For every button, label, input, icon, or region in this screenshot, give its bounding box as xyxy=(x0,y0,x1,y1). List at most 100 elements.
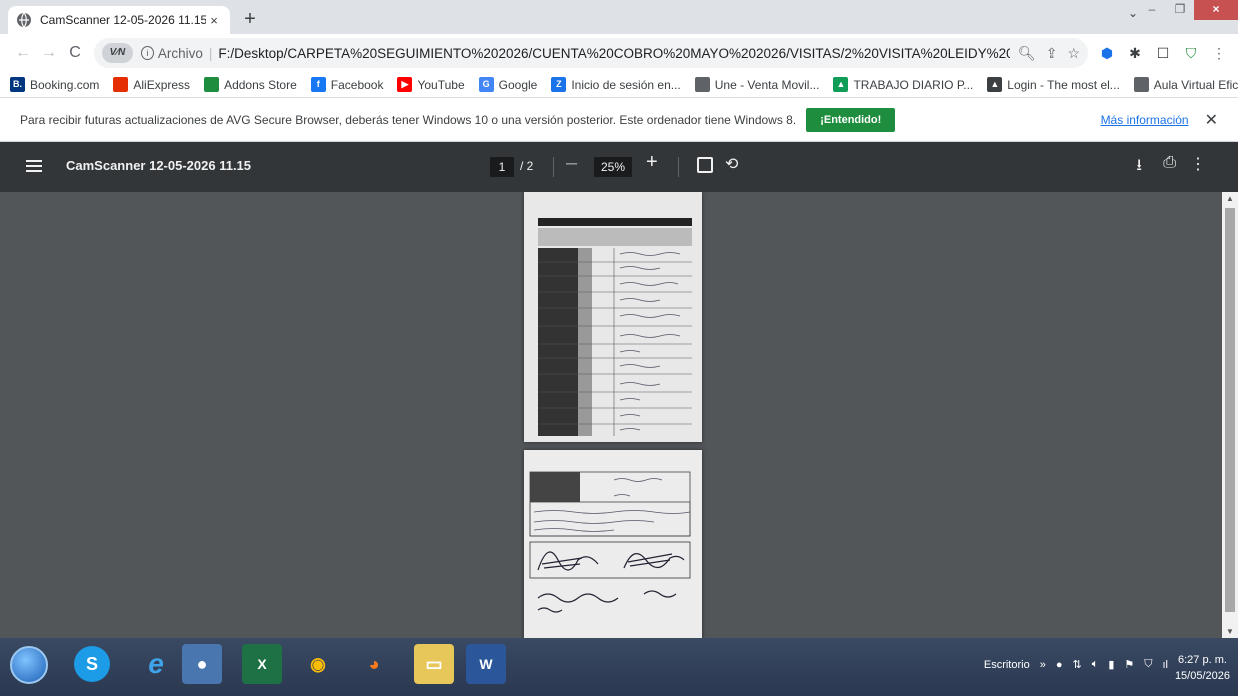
shield-tray-icon[interactable]: ⛉ xyxy=(1144,658,1152,671)
bookmark-item[interactable]: Une - Venta Movil... xyxy=(694,77,820,92)
new-tab-button[interactable]: + xyxy=(238,8,262,32)
excel-icon[interactable]: X xyxy=(242,644,282,684)
infobar-close-button[interactable]: ✕ xyxy=(1205,110,1218,130)
download-icon[interactable]: ⭳ xyxy=(1136,154,1142,181)
internet-explorer-icon[interactable]: e xyxy=(136,644,176,684)
sidepanel-icon[interactable]: ☐ xyxy=(1154,44,1172,62)
avg-browser-icon[interactable]: ● xyxy=(182,644,222,684)
vpn-button[interactable]: V⁄N xyxy=(102,43,133,63)
bookmark-item[interactable]: AliExpress xyxy=(113,77,190,92)
update-infobar: Para recibir futuras actualizaciones de … xyxy=(0,98,1238,142)
shield-icon[interactable]: ⛉ xyxy=(1182,44,1200,62)
tray-expand-icon[interactable]: » xyxy=(1040,659,1046,671)
bookmark-label: AliExpress xyxy=(133,77,191,92)
puzzle-icon[interactable]: ✱ xyxy=(1126,44,1144,62)
more-options-icon[interactable]: ⋮ xyxy=(1190,154,1206,174)
bookmark-label: TRABAJO DIARIO P... xyxy=(853,77,974,92)
globe-icon xyxy=(17,12,31,28)
clock-date: 15/05/2026 xyxy=(1174,670,1230,682)
close-window-button[interactable]: × xyxy=(1194,0,1238,20)
chrome-icon[interactable]: ◉ xyxy=(298,644,338,684)
aliexpress-icon xyxy=(113,77,129,92)
scanned-form-image xyxy=(524,192,702,442)
maximize-button[interactable]: ❐ xyxy=(1166,0,1194,20)
bookmark-item[interactable]: Z Inicio de sesión en... xyxy=(551,77,681,92)
pdf-viewport[interactable]: ▲ ▼ xyxy=(0,192,1238,638)
toolbar-divider xyxy=(553,157,554,177)
scroll-down-icon[interactable]: ▼ xyxy=(1226,627,1234,636)
more-info-link[interactable]: Más información xyxy=(1101,113,1189,127)
window-controls: – ❐ × xyxy=(1138,0,1238,22)
page-number-input[interactable]: 1 xyxy=(490,157,514,177)
scroll-up-icon[interactable]: ▲ xyxy=(1226,194,1234,203)
bookmarks-bar: B. Booking.com AliExpress Addons Store f Face… xyxy=(0,72,1238,98)
scrollbar-thumb[interactable] xyxy=(1225,208,1235,612)
bookmark-item[interactable]: Aula Virtual Eficacia xyxy=(1133,77,1238,92)
address-separator: | xyxy=(208,45,213,61)
tab-search-button[interactable]: ⌄ xyxy=(1128,6,1138,20)
info-icon[interactable]: i xyxy=(140,46,154,60)
tab-strip: CamScanner 12-05-2026 11.15 × + ⌄ – ❐ × xyxy=(0,0,1238,34)
extensions-area: ⬢ ✱ ☐ ⛉ ⋮ xyxy=(1098,44,1228,62)
avg-extension-icon[interactable]: ⬢ xyxy=(1098,44,1116,62)
back-button[interactable]: ← xyxy=(10,40,36,66)
facebook-icon: f xyxy=(310,77,326,92)
browser-tab[interactable]: CamScanner 12-05-2026 11.15 × xyxy=(8,6,230,34)
reload-button[interactable]: C xyxy=(62,40,88,66)
bookmark-item[interactable]: f Facebook xyxy=(310,77,383,92)
action-center-icon[interactable]: ⚑ xyxy=(1124,658,1134,671)
print-icon[interactable]: ⎙ xyxy=(1163,154,1176,172)
network-icon[interactable]: ⇅ xyxy=(1072,658,1081,671)
bookmark-label: Inicio de sesión en... xyxy=(571,77,681,92)
tray-app-icon[interactable]: ● xyxy=(1056,659,1063,671)
fit-page-icon[interactable] xyxy=(697,157,713,173)
firefox-icon[interactable]: ◕ xyxy=(354,644,394,684)
url-text[interactable]: F:/Desktop/CARPETA%20SEGUIMIENTO%202026/… xyxy=(218,46,1010,61)
zoom-input[interactable]: 25% xyxy=(594,157,632,177)
share-icon[interactable]: ⇪ xyxy=(1046,45,1058,62)
desktop-toolbar-label[interactable]: Escritorio xyxy=(984,659,1030,671)
bookmark-item[interactable]: G Google xyxy=(478,77,538,92)
vertical-scrollbar[interactable]: ▲ ▼ xyxy=(1222,192,1238,638)
zoho-icon: Z xyxy=(551,77,567,92)
system-clock[interactable]: 6:27 p. m. 15/05/2026 xyxy=(1175,652,1230,684)
menu-icon[interactable] xyxy=(26,157,42,175)
zoom-icon[interactable]: 🔍︎ xyxy=(1018,45,1036,62)
bookmark-label: Google xyxy=(498,77,538,92)
youtube-icon: ▶ xyxy=(397,77,413,92)
scanned-signature-image xyxy=(524,450,702,638)
bookmark-star-icon[interactable]: ☆ xyxy=(1067,45,1080,62)
bookmark-item[interactable]: ▲ Login - The most el... xyxy=(987,77,1120,92)
forward-button[interactable]: → xyxy=(36,40,62,66)
address-bar[interactable]: V⁄N i Archivo | F:/Desktop/CARPETA%20SEG… xyxy=(94,38,1088,68)
booking-icon: B. xyxy=(10,77,25,92)
tab-close-button[interactable]: × xyxy=(206,13,222,28)
browser-toolbar: ← → C V⁄N i Archivo | F:/Desktop/CARPETA… xyxy=(0,34,1238,72)
bookmark-item[interactable]: ▲ TRABAJO DIARIO P... xyxy=(833,77,973,92)
start-button[interactable] xyxy=(10,646,48,684)
zoom-in-button[interactable]: + xyxy=(646,151,658,174)
document-title: CamScanner 12-05-2026 11.15 xyxy=(66,158,252,173)
moodle-icon: ▲ xyxy=(987,77,1003,92)
file-explorer-icon[interactable]: ▭ xyxy=(414,644,454,684)
bookmark-item[interactable]: B. Booking.com xyxy=(10,77,99,92)
bookmark-label: Login - The most el... xyxy=(1007,77,1120,92)
addons-icon xyxy=(204,77,220,92)
minimize-button[interactable]: – xyxy=(1138,0,1166,20)
signal-icon[interactable]: ıl xyxy=(1163,659,1169,671)
rotate-icon[interactable]: ⟲ xyxy=(725,154,738,174)
bookmark-item[interactable]: Addons Store xyxy=(204,77,297,92)
globe-icon xyxy=(694,77,710,92)
skype-icon[interactable]: S xyxy=(74,646,110,682)
zoom-out-button[interactable]: – xyxy=(566,152,577,175)
menu-icon[interactable]: ⋮ xyxy=(1210,44,1228,62)
bookmark-label: YouTube xyxy=(417,77,465,92)
battery-icon[interactable]: ▮ xyxy=(1108,658,1114,671)
toolbar-divider xyxy=(678,157,679,177)
understood-button[interactable]: ¡Entendido! xyxy=(806,107,896,132)
google-icon: G xyxy=(478,77,494,92)
bookmark-label: Une - Venta Movil... xyxy=(714,77,820,92)
volume-icon[interactable]: 🔈︎ xyxy=(1092,658,1099,671)
bookmark-item[interactable]: ▶ YouTube xyxy=(397,77,465,92)
word-icon[interactable]: W xyxy=(466,644,506,684)
